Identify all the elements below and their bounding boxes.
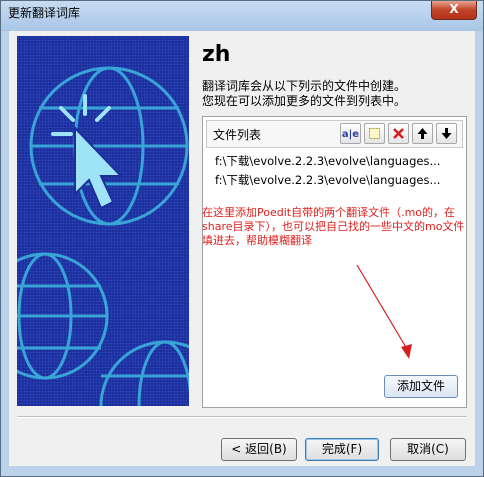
file-list-panel: 文件列表 a|e f:\下载\evolve.2.2.3\evolve\langu… [202,116,467,408]
title-bar[interactable]: 更新翻译词库 X [1,1,483,31]
description-line-1: 翻译词库会从以下列示的文件中创建。 [202,79,407,93]
rename-button[interactable]: a|e [340,123,361,144]
cancel-button[interactable]: 取消(C) [390,438,466,461]
finish-button[interactable]: 完成(F) [305,438,379,461]
footer-divider [17,416,467,418]
delete-button[interactable] [388,123,409,144]
window-frame-bottom [1,466,483,476]
file-list: f:\下载\evolve.2.2.3\evolve\languages... f… [206,149,461,209]
page-description: 翻译词库会从以下列示的文件中创建。 您现在可以添加更多的文件到列表中。 [202,79,406,109]
close-button[interactable]: X [431,1,477,20]
window-frame-left [1,31,9,466]
up-arrow-icon [417,128,428,139]
annotation-arrow [356,264,412,359]
delete-icon [393,128,404,139]
new-item-button[interactable] [364,123,385,144]
back-button[interactable]: < 返回(B) [221,438,297,461]
file-list-header: 文件列表 a|e [206,120,463,148]
rename-icon: a|e [341,129,360,140]
window-title: 更新翻译词库 [8,6,81,20]
globe-cursor-illustration [17,36,189,406]
file-list-label: 文件列表 [213,128,262,142]
red-annotation-text: 在这里添加Poedit自带的两个翻译文件（.mo的，在share目录下），也可以… [202,206,465,247]
window-frame-right [475,31,483,466]
wizard-banner-image [17,36,189,406]
file-list-item[interactable]: f:\下载\evolve.2.2.3\evolve\languages... [215,153,440,169]
move-down-button[interactable] [436,123,457,144]
page-heading: zh [202,42,231,67]
move-up-button[interactable] [412,123,433,144]
description-line-2: 您现在可以添加更多的文件到列表中。 [202,94,407,108]
down-arrow-icon [441,128,452,139]
wizard-content: zh 翻译词库会从以下列示的文件中创建。 您现在可以添加更多的文件到列表中。 文… [9,31,475,466]
new-icon [369,128,380,139]
add-file-button[interactable]: 添加文件 [384,375,458,398]
file-list-item[interactable]: f:\下载\evolve.2.2.3\evolve\languages... [215,172,440,188]
wizard-window: 更新翻译词库 X zh 翻译词库会从以下列示的文件中创建。 您现在可以添加更多的… [0,0,484,477]
